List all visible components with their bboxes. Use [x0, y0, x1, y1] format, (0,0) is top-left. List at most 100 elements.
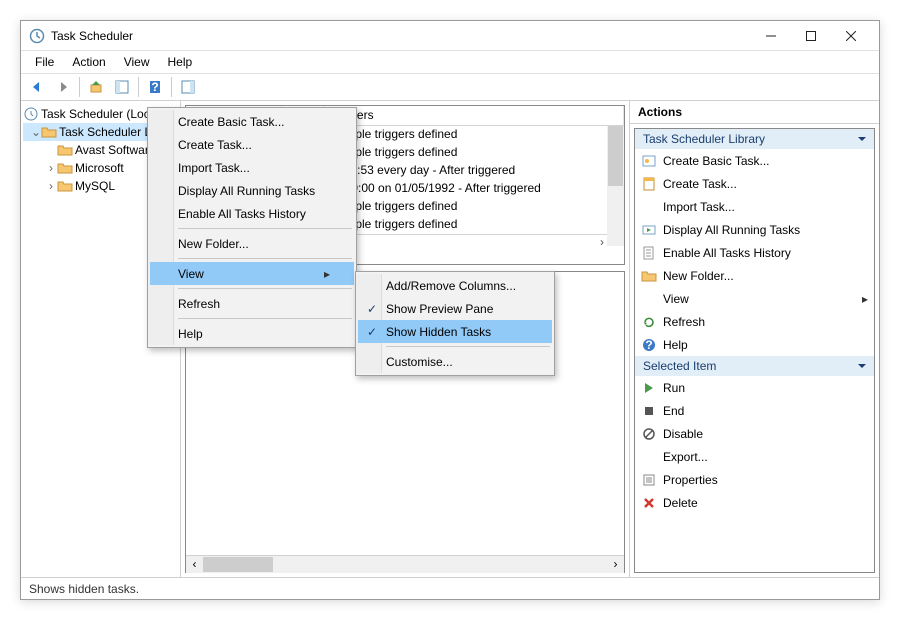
column-triggers[interactable]: Triggers [324, 106, 624, 125]
actions-section-selected[interactable]: Selected Item [635, 356, 874, 376]
menu-display-running[interactable]: Display All Running Tasks [150, 179, 354, 202]
window-title: Task Scheduler [51, 29, 751, 43]
horizontal-scrollbar[interactable]: ‹ › [186, 555, 624, 572]
export-icon [641, 449, 657, 465]
expand-icon[interactable]: › [45, 179, 57, 193]
menu-action[interactable]: Action [64, 53, 113, 71]
action-refresh[interactable]: Refresh [635, 310, 874, 333]
running-icon [641, 222, 657, 238]
tree-label: MySQL [75, 179, 115, 193]
menu-add-remove-columns[interactable]: Add/Remove Columns... [358, 274, 552, 297]
collapse-icon [858, 364, 866, 368]
close-button[interactable] [831, 22, 871, 50]
tree-label: Avast Software [75, 143, 155, 157]
action-help[interactable]: ?Help [635, 333, 874, 356]
action-view[interactable]: View▸ [635, 287, 874, 310]
menu-enable-history[interactable]: Enable All Tasks History [150, 202, 354, 225]
menu-separator [178, 288, 352, 289]
up-button[interactable] [84, 75, 108, 99]
svg-text:?: ? [645, 338, 652, 352]
actions-title: Actions [630, 101, 879, 124]
action-enable-history[interactable]: Enable All Tasks History [635, 241, 874, 264]
action-new-folder[interactable]: New Folder... [635, 264, 874, 287]
folder-icon [57, 160, 73, 176]
back-button[interactable] [25, 75, 49, 99]
action-create-basic-task[interactable]: Create Basic Task... [635, 149, 874, 172]
run-icon [641, 380, 657, 396]
help-icon: ? [641, 337, 657, 353]
action-run[interactable]: Run [635, 376, 874, 399]
scroll-right-icon[interactable]: › [607, 556, 624, 573]
menu-import-task[interactable]: Import Task... [150, 156, 354, 179]
action-create-task[interactable]: Create Task... [635, 172, 874, 195]
separator [171, 77, 172, 97]
separator [138, 77, 139, 97]
action-export[interactable]: Export... [635, 445, 874, 468]
help-button[interactable]: ? [143, 75, 167, 99]
folder-open-icon [41, 124, 57, 140]
menu-separator [178, 318, 352, 319]
menu-show-preview-pane[interactable]: ✓Show Preview Pane [358, 297, 552, 320]
menu-help[interactable]: Help [160, 53, 201, 71]
action-properties[interactable]: Properties [635, 468, 874, 491]
status-text: Shows hidden tasks. [29, 582, 139, 596]
disable-icon [641, 426, 657, 442]
context-submenu-view: Add/Remove Columns... ✓Show Preview Pane… [355, 271, 555, 376]
menu-view[interactable]: View [116, 53, 158, 71]
scroll-left-icon[interactable]: ‹ [186, 556, 203, 573]
action-end[interactable]: End [635, 399, 874, 422]
show-hide-tree-button[interactable] [110, 75, 134, 99]
action-delete[interactable]: Delete [635, 491, 874, 514]
maximize-button[interactable] [791, 22, 831, 50]
menu-customise[interactable]: Customise... [358, 350, 552, 373]
actions-pane: Actions Task Scheduler Library Create Ba… [629, 101, 879, 577]
collapse-icon [858, 137, 866, 141]
menu-help[interactable]: Help [150, 322, 354, 345]
action-display-running[interactable]: Display All Running Tasks [635, 218, 874, 241]
tree-label: Microsoft [75, 161, 124, 175]
show-hide-action-button[interactable] [176, 75, 200, 99]
menu-new-folder[interactable]: New Folder... [150, 232, 354, 255]
action-import-task[interactable]: Import Task... [635, 195, 874, 218]
context-menu: Create Basic Task... Create Task... Impo… [147, 107, 357, 348]
menu-create-task[interactable]: Create Task... [150, 133, 354, 156]
actions-list: Task Scheduler Library Create Basic Task… [634, 128, 875, 573]
menu-refresh[interactable]: Refresh [150, 292, 354, 315]
app-icon [29, 28, 45, 44]
menu-create-basic-task[interactable]: Create Basic Task... [150, 110, 354, 133]
menu-separator [178, 258, 352, 259]
svg-text:?: ? [151, 80, 158, 94]
action-disable[interactable]: Disable [635, 422, 874, 445]
collapse-icon[interactable]: ⌄ [31, 125, 41, 139]
task-icon [641, 176, 657, 192]
menu-separator [178, 228, 352, 229]
toolbar: ? [21, 73, 879, 101]
vertical-scrollbar[interactable] [607, 126, 624, 246]
submenu-arrow-icon: ▸ [862, 292, 868, 306]
task-scheduler-window: Task Scheduler File Action View Help ? T… [20, 20, 880, 600]
clock-icon [23, 106, 39, 122]
menu-view[interactable]: View▸ [150, 262, 354, 285]
check-icon: ✓ [364, 325, 380, 339]
history-icon [641, 245, 657, 261]
check-icon: ✓ [364, 302, 380, 316]
actions-section-library[interactable]: Task Scheduler Library [635, 129, 874, 149]
wizard-icon [641, 153, 657, 169]
expand-icon[interactable]: › [45, 161, 57, 175]
menu-show-hidden-tasks[interactable]: ✓Show Hidden Tasks [358, 320, 552, 343]
menu-separator [386, 346, 550, 347]
separator [79, 77, 80, 97]
properties-icon [641, 472, 657, 488]
folder-icon [57, 178, 73, 194]
folder-icon [57, 142, 73, 158]
tree-label: Task Scheduler (Local) [41, 107, 163, 121]
refresh-icon [641, 314, 657, 330]
submenu-arrow-icon: ▸ [304, 267, 330, 281]
status-bar: Shows hidden tasks. [21, 577, 879, 599]
titlebar: Task Scheduler [21, 21, 879, 51]
new-folder-icon [641, 268, 657, 284]
import-icon [641, 199, 657, 215]
forward-button[interactable] [51, 75, 75, 99]
menu-file[interactable]: File [27, 53, 62, 71]
minimize-button[interactable] [751, 22, 791, 50]
